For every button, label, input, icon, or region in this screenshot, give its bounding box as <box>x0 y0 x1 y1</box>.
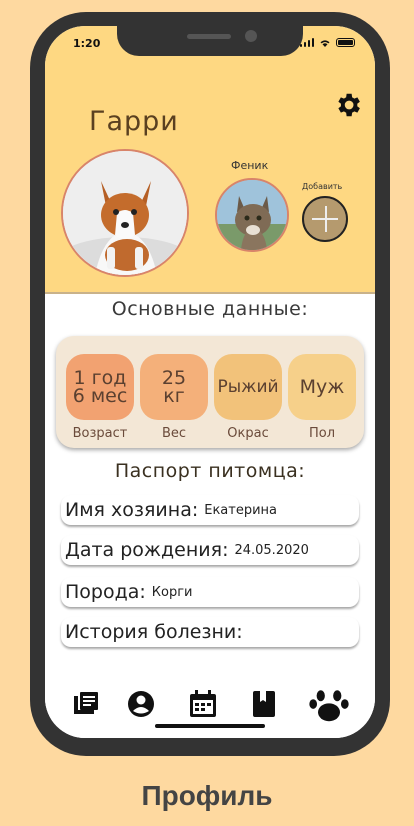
add-pet-button[interactable] <box>302 196 348 242</box>
screen-caption: Профиль <box>141 780 273 811</box>
sex-label: Пол <box>308 426 336 441</box>
battery-icon <box>336 38 355 47</box>
calendar-icon[interactable] <box>187 688 219 720</box>
color-label: Окрас <box>227 426 269 441</box>
basic-data-title: Основные данные: <box>111 298 309 320</box>
profile-header: 1:20 Гарри Феник Добавить <box>45 26 375 292</box>
add-pet-label: Добавить <box>302 182 343 191</box>
notch <box>117 26 303 56</box>
wifi-icon <box>320 40 330 47</box>
gear-icon[interactable] <box>333 90 363 120</box>
phone-frame: 1:20 Гарри Феник Добавить Основные данны… <box>30 12 390 756</box>
profile-icon[interactable] <box>125 688 157 720</box>
owner-field[interactable]: Имя хозяина: Екатерина <box>61 495 359 525</box>
age-label: Возраст <box>72 426 128 441</box>
paw-icon[interactable] <box>307 682 351 726</box>
weight-tile: 25 кг <box>140 354 208 420</box>
passport-title: Паспорт питомца: <box>114 460 306 482</box>
birth-date-value: 24.05.2020 <box>234 542 309 558</box>
header-divider <box>45 292 375 294</box>
sex-tile: Муж <box>288 354 356 420</box>
breed-value: Корги <box>151 584 193 600</box>
medical-history-field[interactable]: История болезни: <box>61 617 359 647</box>
medical-history-key: История болезни: <box>65 621 243 643</box>
basic-data-card: 1 год 6 мес Возраст 25 кг Вес Рыжий Окра… <box>56 336 364 448</box>
birth-date-key: Дата рождения: <box>65 539 229 561</box>
status-icons <box>300 38 355 47</box>
owner-value: Екатерина <box>204 502 278 518</box>
second-pet-name: Феник <box>231 159 269 172</box>
breed-key: Порода: <box>65 581 146 603</box>
app-screen: 1:20 Гарри Феник Добавить Основные данны… <box>45 26 375 738</box>
pet-photo[interactable] <box>61 149 189 277</box>
second-pet-photo[interactable] <box>215 178 289 252</box>
book-icon[interactable] <box>248 688 280 720</box>
home-indicator <box>155 724 265 728</box>
age-tile: 1 год 6 мес <box>66 354 134 420</box>
tab-bar <box>45 678 375 738</box>
owner-key: Имя хозяина: <box>65 499 199 521</box>
color-tile: Рыжий <box>214 354 282 420</box>
birth-date-field[interactable]: Дата рождения: 24.05.2020 <box>61 535 359 565</box>
pet-name: Гарри <box>89 106 179 137</box>
breed-field[interactable]: Порода: Корги <box>61 577 359 607</box>
status-time: 1:20 <box>73 37 101 50</box>
news-icon[interactable] <box>70 688 102 720</box>
weight-label: Вес <box>161 426 187 441</box>
